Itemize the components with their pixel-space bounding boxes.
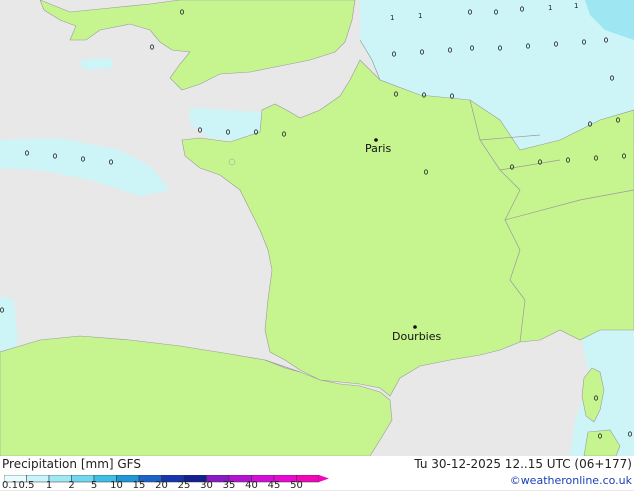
svg-text:1: 1 (390, 14, 394, 22)
svg-text:1: 1 (418, 12, 422, 20)
scale-tick-label: 20 (155, 480, 168, 491)
map-stage: 1 1 1 1 Paris Dourbies Precipitation [mm… (0, 0, 634, 491)
scale-tick-label: 10 (110, 480, 123, 491)
scale-arrow (319, 475, 329, 482)
precipitation-map: 1 1 1 1 (0, 0, 634, 456)
scale-tick-label: 15 (132, 480, 146, 491)
scale-tick-label: 25 (177, 480, 191, 491)
precip-area-small (80, 58, 112, 70)
scale-tick-label: 0.5 (18, 480, 35, 491)
legend-footer: Precipitation [mm] GFS Tu 30-12-2025 12.… (0, 456, 634, 491)
city-dot-dourbies (413, 325, 417, 329)
svg-text:1: 1 (548, 4, 552, 12)
run-info: Tu 30-12-2025 12..15 UTC (06+177) (414, 457, 632, 471)
city-label-dourbies: Dourbies (392, 330, 442, 343)
scale-tick-label: 1 (45, 480, 53, 491)
scale-tick-label: 35 (222, 480, 236, 491)
scale-tick-label: 2 (68, 480, 75, 491)
scale-tick-label: 30 (200, 480, 213, 491)
credit-link[interactable]: ©weatheronline.co.uk (510, 474, 632, 487)
scale-tick-label: 0.1 (2, 480, 18, 491)
scale-tick-label: 45 (267, 480, 281, 491)
color-scale (4, 475, 329, 483)
scale-tick-label: 5 (90, 480, 98, 491)
city-label-paris: Paris (365, 142, 392, 155)
svg-text:1: 1 (574, 2, 578, 10)
land-channel-island (228, 158, 236, 166)
legend-title: Precipitation [mm] GFS (2, 457, 141, 471)
scale-tick-label: 50 (290, 480, 303, 491)
scale-tick-label: 40 (245, 480, 258, 491)
